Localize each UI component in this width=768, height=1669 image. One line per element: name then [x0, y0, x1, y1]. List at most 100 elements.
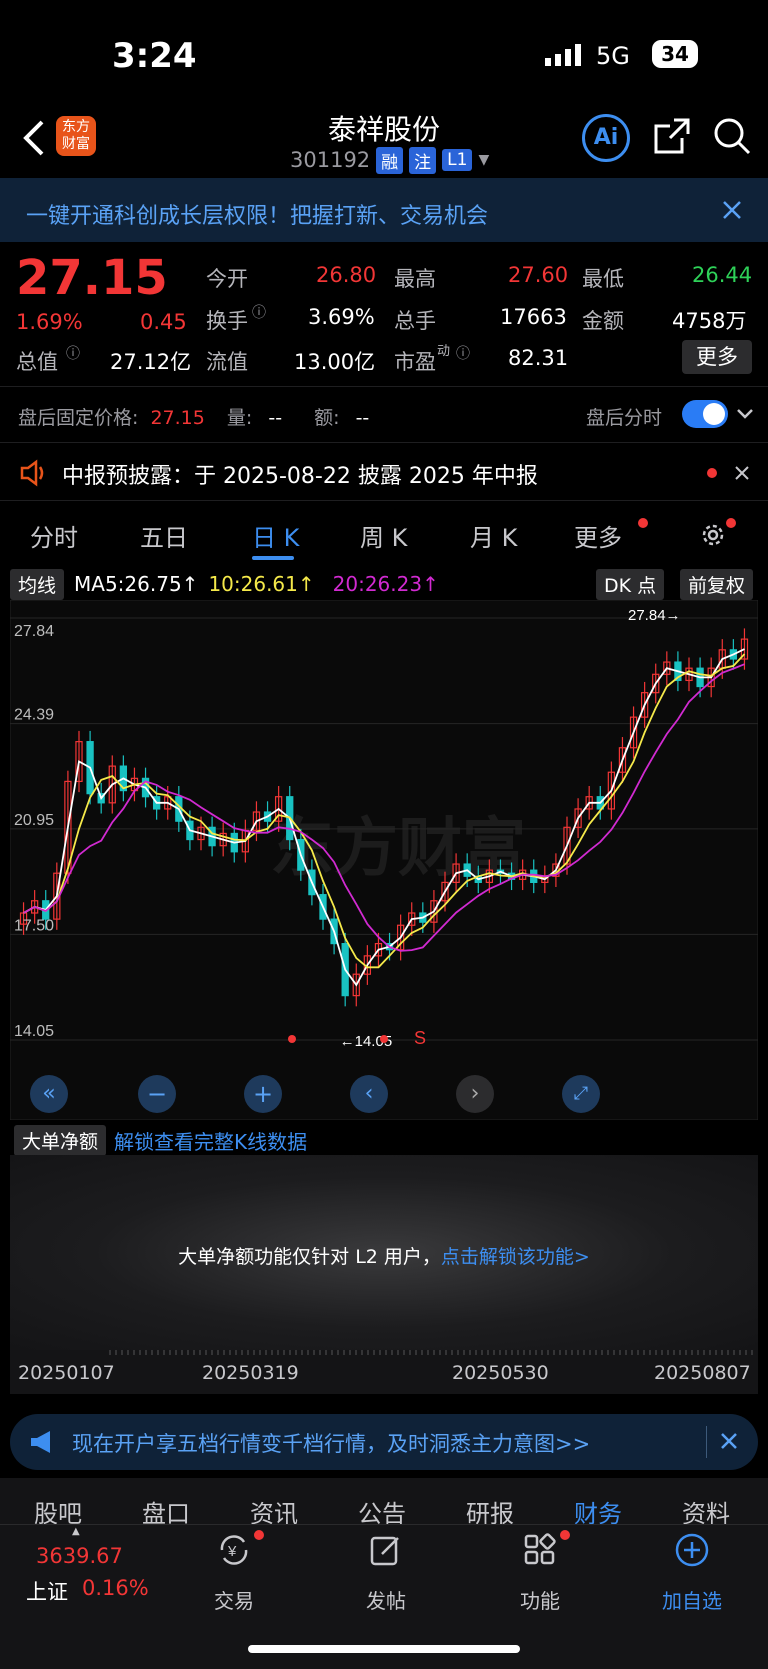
svg-text:¥: ¥ [227, 1543, 237, 1560]
prev-icon[interactable]: ‹ [350, 1075, 388, 1113]
indicator-selector[interactable]: 大单净额 [14, 1125, 107, 1156]
y-tick-label: 14.05 [14, 1023, 54, 1040]
banner-text[interactable]: 一键开通科创成长层权限！把握打新、交易机会 [26, 198, 488, 230]
dock-post[interactable]: 发帖 [346, 1585, 426, 1614]
low-label: 最低 [582, 267, 624, 291]
open-label: 今开 [206, 267, 248, 291]
max-price-label: 27.84→ [628, 607, 681, 624]
add-watchlist-icon[interactable] [674, 1532, 710, 1572]
next-icon[interactable]: › [456, 1075, 494, 1113]
divider [706, 1426, 707, 1458]
l2-unlock-link[interactable]: 点击解锁该功能> [441, 1246, 590, 1268]
turnover-label: 换手 [206, 309, 248, 333]
dock-trade[interactable]: 交易 [194, 1585, 274, 1614]
sell-signal: S [414, 1028, 426, 1048]
network-label: 5G [596, 42, 630, 70]
tag-level: L1 [442, 149, 473, 171]
ah-amt: -- [355, 407, 370, 429]
fullscreen-icon[interactable]: ⤢ [562, 1075, 600, 1113]
scroll-left-icon[interactable]: « [30, 1075, 68, 1113]
notice-text[interactable]: 中报预披露：于 2025-08-22 披露 2025 年中报 [62, 458, 538, 490]
ma5-value: MA5:26.75↑ [74, 572, 199, 596]
stock-code: 301192 [290, 148, 371, 172]
index-pct[interactable]: 0.16% [82, 1576, 149, 1600]
date-label: 20250807 [654, 1362, 751, 1384]
ah-vol-label: 量: [226, 407, 253, 429]
ma20-value: 20:26.23↑ [332, 572, 439, 596]
amount-label: 金额 [582, 309, 624, 333]
close-icon[interactable] [734, 465, 750, 485]
index-value[interactable]: 3639.67 [36, 1544, 123, 1568]
float-value: 13.00亿 [294, 350, 376, 374]
signal-dot [380, 1035, 388, 1043]
tab-intraday[interactable]: 分时 [30, 518, 78, 553]
ma-selector[interactable]: 均线 [10, 568, 65, 600]
signal-icon [545, 44, 583, 66]
settings-gear-icon[interactable] [698, 520, 728, 554]
date-label: 20250530 [452, 1362, 549, 1384]
tab-daily-k[interactable]: 日 K [252, 518, 299, 553]
last-price: 27.15 [16, 250, 168, 306]
index-name[interactable]: 上证 [26, 1576, 68, 1606]
promo-text[interactable]: 现在开户享五档行情变千档行情，及时洞悉主力意图>> [72, 1428, 590, 1458]
ah-label: 盘后固定价格: [18, 407, 139, 429]
y-tick-label: 17.50 [14, 917, 54, 934]
date-axis: 20250107 20250319 20250530 20250807 [10, 1350, 758, 1394]
date-label: 20250319 [202, 1362, 299, 1384]
search-icon[interactable] [712, 116, 752, 160]
unread-dot [707, 468, 717, 478]
volume-value: 17663 [500, 305, 567, 329]
date-label: 20250107 [18, 1362, 115, 1384]
pe-label: 市盈 [394, 350, 436, 374]
signal-dot [288, 1035, 296, 1043]
info-icon[interactable]: ⓘ [252, 302, 266, 322]
low-value: 26.44 [692, 263, 753, 287]
dock-functions[interactable]: 功能 [500, 1585, 580, 1614]
high-value: 27.60 [508, 263, 569, 287]
kline-chart[interactable]: 东方财富 27.8424.3920.9517.5014.0527.84→←14.… [10, 600, 758, 1120]
pe-value: 82.31 [508, 346, 569, 370]
y-tick-label: 27.84 [14, 623, 54, 640]
info-icon[interactable]: ⓘ [66, 343, 80, 363]
dk-point-button[interactable]: DK 点 [596, 569, 665, 600]
ai-assistant-button[interactable]: Ai [582, 114, 630, 162]
tag-register: 注 [409, 146, 437, 174]
more-dot [638, 518, 648, 528]
tab-more[interactable]: 更多 [574, 518, 622, 553]
share-icon[interactable] [652, 116, 692, 160]
post-icon[interactable] [368, 1532, 404, 1572]
y-tick-label: 24.39 [14, 707, 54, 724]
zoom-out-icon[interactable]: − [138, 1075, 176, 1113]
mcap-value: 27.12亿 [110, 350, 192, 374]
close-icon[interactable] [722, 200, 742, 224]
volume-label: 总手 [394, 309, 436, 333]
date-ticks [109, 1350, 753, 1355]
after-hours-toggle[interactable] [682, 400, 728, 428]
tab-monthly-k[interactable]: 月 K [470, 518, 517, 553]
functions-dot [560, 1530, 570, 1540]
adjust-button[interactable]: 前复权 [680, 569, 754, 600]
more-button[interactable]: 更多 [682, 340, 752, 374]
tab-five-day[interactable]: 五日 [140, 518, 188, 553]
change-amount: 0.45 [140, 310, 187, 334]
chevron-down-icon[interactable] [736, 406, 754, 425]
info-icon[interactable]: ⓘ [456, 343, 470, 363]
trade-dot [254, 1530, 264, 1540]
dock-add-watchlist[interactable]: 加自选 [652, 1585, 732, 1614]
caret-up-icon[interactable]: ▲ [72, 1526, 80, 1537]
tab-weekly-k[interactable]: 周 K [360, 518, 407, 553]
speaker-icon [18, 458, 48, 492]
indicator-bar: 大单净额 解锁查看完整K线数据 [14, 1125, 307, 1156]
divider [0, 1524, 768, 1525]
ah-price: 27.15 [150, 407, 205, 429]
caret-down-icon[interactable]: ▼ [478, 152, 489, 168]
home-indicator [248, 1645, 520, 1653]
amount-value: 4758万 [672, 309, 747, 333]
functions-icon[interactable] [522, 1532, 558, 1572]
trade-icon[interactable]: ¥ [216, 1532, 252, 1572]
unlock-link[interactable]: 解锁查看完整K线数据 [114, 1126, 307, 1155]
float-label: 流值 [206, 350, 248, 374]
zoom-in-icon[interactable]: + [244, 1075, 282, 1113]
close-icon[interactable] [720, 1432, 738, 1454]
megaphone-icon [28, 1428, 56, 1460]
